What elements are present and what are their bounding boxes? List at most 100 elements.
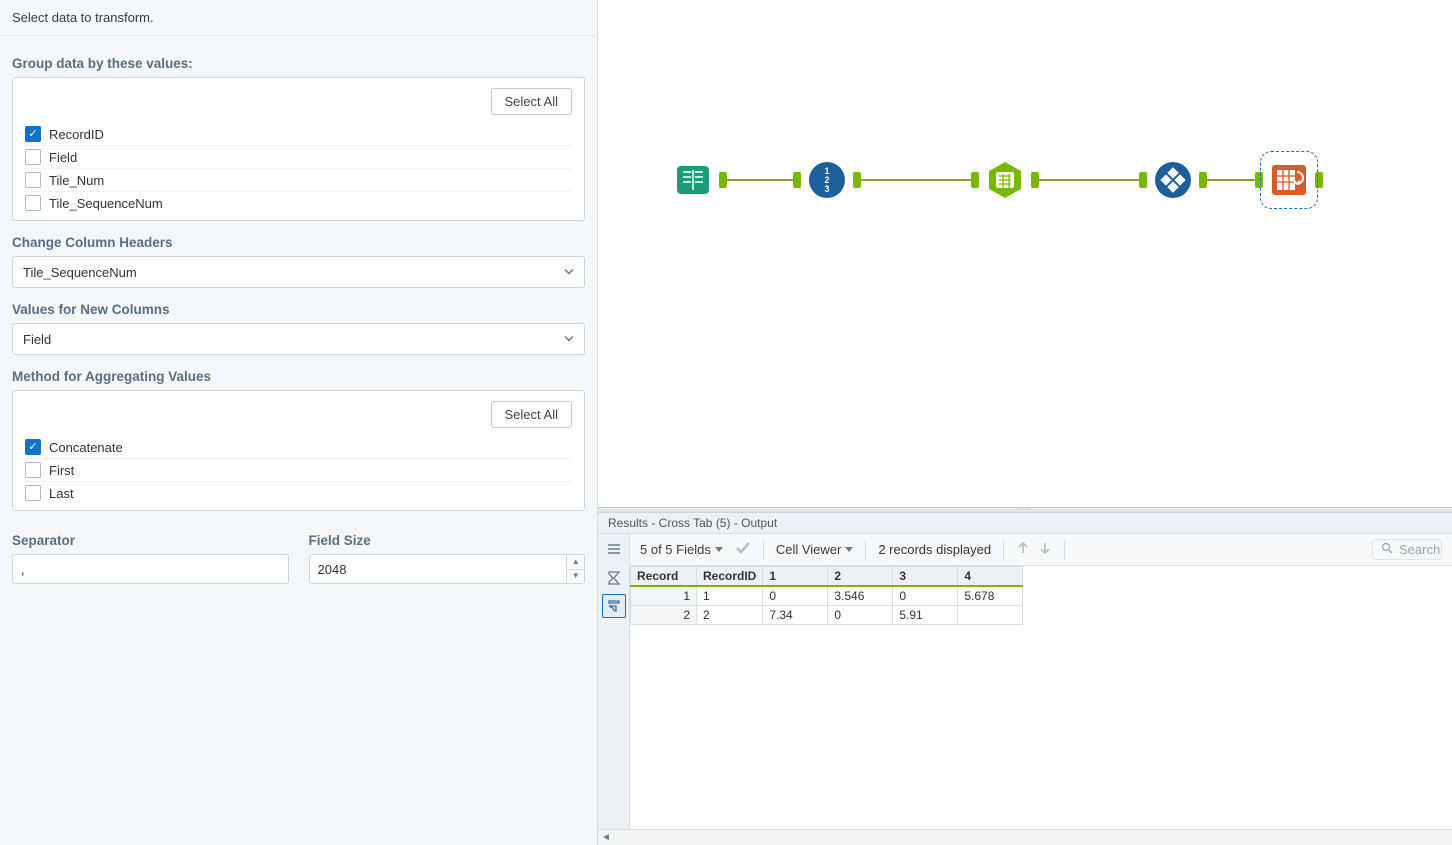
field-size-step-up[interactable]: ▲ [567, 555, 584, 570]
column-header[interactable]: 1 [763, 567, 828, 587]
search-placeholder: Search [1399, 542, 1440, 557]
agg-method-item-label: Concatenate [49, 440, 123, 455]
input-anchor[interactable] [793, 172, 801, 188]
field-size-input[interactable] [309, 554, 567, 584]
input-anchor[interactable] [1139, 172, 1147, 188]
chevron-down-icon [564, 265, 574, 280]
agg-select-all-button[interactable]: Select All [491, 401, 572, 428]
column-header[interactable]: 4 [958, 567, 1023, 587]
results-horizontal-scrollbar[interactable]: ◄ [598, 829, 1452, 845]
results-sidebar [598, 534, 630, 829]
group-by-item-row[interactable]: Tile_SequenceNum [25, 192, 572, 214]
cell[interactable]: 5.91 [893, 606, 958, 625]
config-header: Select data to transform. [0, 0, 597, 36]
change-headers-select[interactable]: Tile_SequenceNum [12, 256, 585, 288]
output-anchor[interactable] [1031, 172, 1039, 188]
column-header[interactable]: 2 [828, 567, 893, 587]
results-title: Results - Cross Tab (5) - Output [598, 513, 1452, 534]
column-header[interactable]: RecordID [697, 567, 763, 587]
group-by-label: Group data by these values: [12, 56, 585, 71]
field-size-label: Field Size [309, 533, 586, 548]
agg-method-item-row[interactable]: Concatenate [25, 436, 572, 459]
values-new-select[interactable]: Field [12, 323, 585, 355]
agg-method-label: Method for Aggregating Values [12, 369, 585, 384]
cell[interactable]: 7.34 [763, 606, 828, 625]
group-by-item-label: RecordID [49, 127, 104, 142]
search-icon [1381, 542, 1393, 557]
results-view-messages[interactable] [602, 538, 626, 562]
cell[interactable]: 1 [697, 586, 763, 606]
values-new-label: Values for New Columns [12, 302, 585, 317]
input-anchor[interactable] [971, 172, 979, 188]
group-by-item-checkbox[interactable] [25, 149, 41, 165]
output-anchor[interactable] [853, 172, 861, 188]
results-view-sigma[interactable] [602, 566, 626, 590]
tool-cross-tab[interactable] [1269, 160, 1309, 200]
right-panel: 123 ⋯⋯ Results - Cross Tab (5) - Output [598, 0, 1452, 845]
tool-transpose[interactable] [1153, 160, 1193, 200]
agg-method-item-checkbox[interactable] [25, 439, 41, 455]
nav-up-button[interactable] [1016, 541, 1030, 558]
cell[interactable]: 5.678 [958, 586, 1023, 606]
group-by-item-label: Tile_Num [49, 173, 104, 188]
scroll-left-icon[interactable]: ◄ [598, 832, 614, 843]
cell-viewer-dropdown[interactable]: Cell Viewer [776, 542, 854, 557]
group-by-item-checkbox[interactable] [25, 172, 41, 188]
cell[interactable]: 0 [828, 606, 893, 625]
results-grid[interactable]: RecordRecordID12341103.54605.678227.3405… [630, 566, 1452, 829]
group-by-item-checkbox[interactable] [25, 195, 41, 211]
input-anchor[interactable] [1255, 172, 1263, 188]
cell[interactable]: 2 [697, 606, 763, 625]
group-by-box: Select All RecordID Field Tile_Num Tile_Seq… [12, 77, 585, 221]
agg-method-item-checkbox[interactable] [25, 462, 41, 478]
change-headers-label: Change Column Headers [12, 235, 585, 250]
records-displayed: 2 records displayed [878, 542, 991, 557]
cell[interactable]: 3.546 [828, 586, 893, 606]
results-view-output[interactable] [602, 594, 626, 618]
cell[interactable] [958, 606, 1023, 625]
results-toolbar: 5 of 5 Fields Cell Viewer 2 records di [630, 534, 1452, 566]
column-header[interactable]: Record [631, 567, 697, 587]
results-panel: ⋯⋯ Results - Cross Tab (5) - Output [598, 507, 1452, 845]
output-anchor[interactable] [719, 172, 727, 188]
values-new-value: Field [23, 332, 51, 347]
cell[interactable]: 0 [893, 586, 958, 606]
group-by-item-label: Tile_SequenceNum [49, 196, 163, 211]
chevron-down-icon [715, 547, 723, 552]
chevron-down-icon [564, 332, 574, 347]
group-by-select-all-button[interactable]: Select All [491, 88, 572, 115]
workflow-canvas[interactable]: 123 [598, 0, 1452, 507]
agg-method-box: Select All Concatenate First Last [12, 390, 585, 511]
output-anchor[interactable] [1199, 172, 1207, 188]
connector [861, 179, 971, 181]
table-row[interactable]: 227.3405.91 [631, 606, 1023, 625]
group-by-item-row[interactable]: RecordID [25, 123, 572, 146]
row-number: 1 [631, 586, 697, 606]
agg-method-item-row[interactable]: Last [25, 482, 572, 504]
group-by-item-checkbox[interactable] [25, 126, 41, 142]
nav-down-button[interactable] [1038, 541, 1052, 558]
table-row[interactable]: 1103.54605.678 [631, 586, 1023, 606]
separator-input[interactable] [12, 554, 289, 584]
agg-method-item-row[interactable]: First [25, 459, 572, 482]
agg-method-item-checkbox[interactable] [25, 485, 41, 501]
agg-method-item-label: First [49, 463, 74, 478]
tool-tile[interactable] [985, 160, 1025, 200]
chevron-down-icon [845, 547, 853, 552]
agg-method-item-label: Last [49, 486, 74, 501]
fields-dropdown[interactable]: 5 of 5 Fields [640, 542, 723, 557]
group-by-item-row[interactable]: Field [25, 146, 572, 169]
field-size-step-down[interactable]: ▼ [567, 570, 584, 584]
cell[interactable]: 0 [763, 586, 828, 606]
column-header[interactable]: 3 [893, 567, 958, 587]
group-by-item-row[interactable]: Tile_Num [25, 169, 572, 192]
separator-label: Separator [12, 533, 289, 548]
output-anchor[interactable] [1315, 172, 1323, 188]
change-headers-value: Tile_SequenceNum [23, 265, 137, 280]
results-search[interactable]: Search [1372, 539, 1442, 560]
tool-record-id[interactable]: 123 [807, 160, 847, 200]
group-by-item-label: Field [49, 150, 77, 165]
row-number: 2 [631, 606, 697, 625]
tool-text-input[interactable] [673, 160, 713, 200]
fields-count: 5 of 5 Fields [640, 542, 711, 557]
